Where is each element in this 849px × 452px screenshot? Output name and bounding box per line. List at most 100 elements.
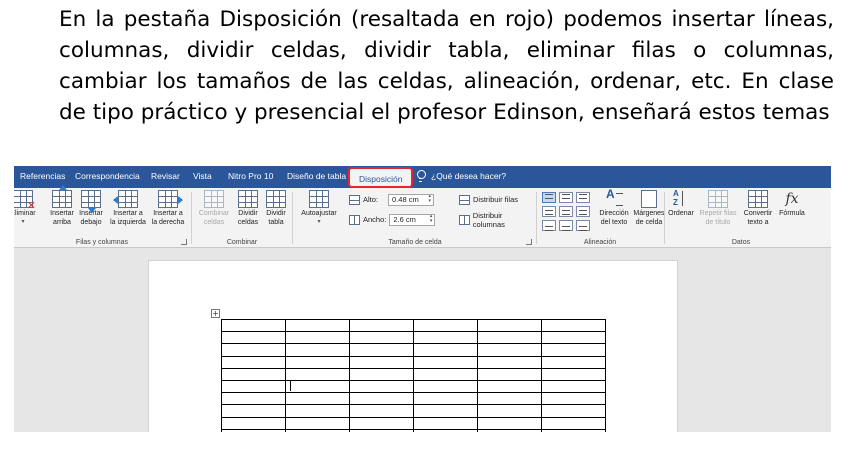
table-cell[interactable] — [349, 392, 414, 406]
align-center-left-icon[interactable] — [542, 206, 556, 217]
table-cell[interactable] — [285, 355, 350, 369]
table-cell[interactable] — [221, 367, 286, 381]
tab-nitro-pro[interactable]: Nitro Pro 10 — [228, 171, 273, 181]
table-cell[interactable] — [541, 379, 606, 394]
table-cell[interactable] — [349, 331, 414, 345]
table-cell[interactable] — [541, 331, 606, 345]
table-cell[interactable] — [477, 318, 542, 333]
align-bottom-center-icon[interactable] — [559, 220, 573, 231]
tab-diseno-de-tabla[interactable]: Diseño de tabla — [287, 171, 346, 181]
table-cell[interactable] — [477, 343, 542, 357]
table-cell[interactable] — [477, 416, 542, 430]
table-cell[interactable] — [221, 404, 286, 418]
table-cell[interactable] — [541, 392, 606, 406]
table-cell[interactable] — [413, 392, 478, 406]
table-cell[interactable] — [477, 355, 542, 369]
table-cell[interactable] — [221, 343, 286, 357]
table-cell[interactable] — [541, 343, 606, 357]
tab-vista[interactable]: Vista — [193, 171, 212, 181]
tab-correspondencia[interactable]: Correspondencia — [75, 171, 140, 181]
dividir-tabla-button[interactable]: Dividir tabla — [262, 190, 290, 227]
table-cell[interactable] — [349, 416, 414, 430]
align-bottom-right-icon[interactable] — [576, 220, 590, 231]
formula-button[interactable]: fx Fórmula — [776, 190, 808, 219]
distribuir-filas-button[interactable]: Distribuir filas — [459, 193, 518, 206]
table-cell[interactable] — [477, 404, 542, 418]
table-cell[interactable] — [349, 428, 414, 432]
table-cell[interactable] — [221, 392, 286, 406]
table-cell[interactable] — [413, 343, 478, 357]
table-cell[interactable] — [477, 367, 542, 381]
table-cell[interactable] — [349, 355, 414, 369]
align-top-right-icon[interactable] — [576, 192, 590, 203]
tab-referencias[interactable]: Referencias — [20, 171, 65, 181]
dialog-launcher-icon[interactable] — [526, 239, 532, 245]
table-cell[interactable] — [285, 331, 350, 345]
table-cell[interactable] — [285, 392, 350, 406]
table-cell[interactable] — [285, 404, 350, 418]
table-cell[interactable] — [285, 367, 350, 381]
table-cell[interactable] — [541, 367, 606, 381]
table-cell[interactable] — [541, 355, 606, 369]
table-cell[interactable] — [221, 355, 286, 369]
align-bottom-left-icon[interactable] — [542, 220, 556, 231]
tell-me-box[interactable]: ¿Qué desea hacer? — [416, 170, 506, 182]
eliminar-button[interactable]: Eliminar ▾ — [14, 190, 38, 225]
table-cell[interactable] — [221, 331, 286, 345]
table-cell[interactable] — [221, 379, 286, 394]
tab-disposicion[interactable]: Disposición — [348, 167, 414, 188]
table-cell[interactable] — [477, 392, 542, 406]
combinar-celdas-button[interactable]: Combinar celdas — [196, 190, 232, 227]
table-cell[interactable] — [413, 428, 478, 432]
align-center-right-icon[interactable] — [576, 206, 590, 217]
table-cell[interactable] — [413, 367, 478, 381]
table-cell[interactable] — [285, 428, 350, 432]
autoajustar-button[interactable]: Autoajustar ▾ — [297, 190, 341, 225]
table-cell[interactable] — [221, 428, 286, 432]
table-cell[interactable] — [285, 318, 350, 333]
table-cell[interactable] — [221, 416, 286, 430]
document-table[interactable] — [221, 318, 606, 432]
table-cell[interactable] — [413, 404, 478, 418]
tab-revisar[interactable]: Revisar — [151, 171, 180, 181]
table-cell[interactable] — [477, 379, 542, 394]
table-cell[interactable] — [413, 355, 478, 369]
distribuir-columnas-button[interactable]: Distribuir columnas — [459, 211, 535, 229]
direccion-texto-button[interactable]: A Dirección del texto — [596, 187, 632, 227]
table-cell[interactable] — [349, 379, 414, 394]
table-cell[interactable] — [349, 343, 414, 357]
repetir-filas-titulo-button[interactable]: Repetir filas de título — [696, 190, 740, 227]
insertar-izquierda-button[interactable]: Insertar a la izquierda — [106, 190, 150, 227]
align-top-center-icon[interactable] — [559, 192, 573, 203]
table-cell[interactable] — [477, 428, 542, 432]
table-cell[interactable] — [349, 318, 414, 333]
table-cell[interactable] — [285, 379, 350, 394]
insertar-derecha-button[interactable]: Insertar a la derecha — [148, 190, 188, 227]
dividir-celdas-button[interactable]: Dividir celdas — [234, 190, 262, 227]
ordenar-button[interactable]: A Z Ordenar — [666, 190, 696, 219]
insertar-arriba-button[interactable]: Insertar arriba — [47, 185, 77, 227]
insertar-debajo-button[interactable]: Insertar debajo — [76, 190, 106, 227]
alto-input[interactable]: 0.48 cm — [388, 193, 435, 206]
table-cell[interactable] — [285, 343, 350, 357]
table-cell[interactable] — [285, 416, 350, 430]
table-cell[interactable] — [541, 404, 606, 418]
margenes-celda-button[interactable]: Márgenes de celda — [632, 190, 666, 227]
table-cell[interactable] — [413, 379, 478, 394]
table-cell[interactable] — [477, 331, 542, 345]
dialog-launcher-icon[interactable] — [181, 239, 187, 245]
align-top-left-icon[interactable] — [542, 192, 556, 203]
align-center-icon[interactable] — [559, 206, 573, 217]
table-cell[interactable] — [349, 367, 414, 381]
table-cell[interactable] — [413, 416, 478, 430]
table-cell[interactable] — [413, 331, 478, 345]
table-move-handle-icon[interactable]: + — [211, 309, 220, 318]
table-cell[interactable] — [541, 428, 606, 432]
table-cell[interactable] — [413, 318, 478, 333]
ancho-input[interactable]: 2.6 cm — [389, 213, 436, 226]
table-cell[interactable] — [349, 404, 414, 418]
convertir-texto-button[interactable]: Convertir texto a — [740, 190, 776, 227]
table-cell[interactable] — [221, 318, 286, 333]
table-cell[interactable] — [541, 416, 606, 430]
document-page[interactable]: + — [148, 260, 678, 432]
